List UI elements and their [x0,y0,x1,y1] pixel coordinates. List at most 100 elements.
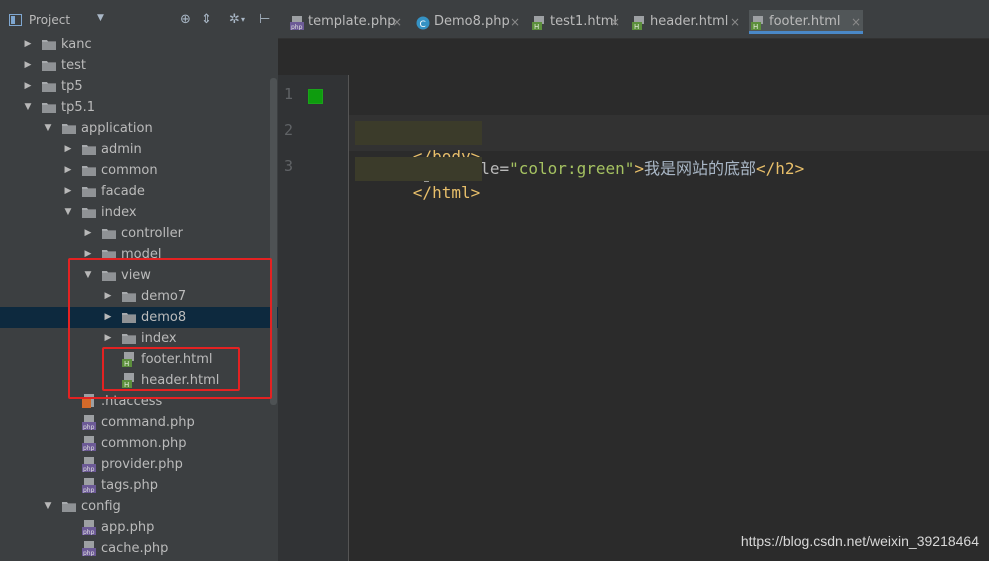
tag-name: html> [432,183,481,202]
tree-item-label: admin [101,142,142,157]
gear-icon[interactable]: ✲ [229,12,240,27]
chevron-down-icon[interactable]: ▼ [97,13,104,23]
expanded-arrow-icon[interactable]: ▼ [43,496,53,517]
tree-item[interactable]: ▶ facade [0,181,278,202]
color-preview-icon [308,89,323,104]
tab-template-php[interactable]: php template.php × [288,10,404,34]
tree-item-label: cache.php [101,541,169,556]
tree-item[interactable]: ▼ tp5.1 [0,97,278,118]
svg-text:php: php [83,445,95,451]
tree-item[interactable]: ▶ kanc [0,34,278,55]
editor-gutter: 1 2 3 [278,75,349,561]
tab-label: test1.html [550,14,617,29]
tree-item[interactable]: php common.php [0,433,278,454]
collapsed-arrow-icon[interactable]: ▶ [63,160,73,181]
folder-icon [42,60,56,71]
folder-icon [42,102,56,113]
tab-header-html[interactable]: Hheader.html × [630,10,742,34]
tab-label: template.php [308,14,396,29]
tree-item-label: tp5 [61,79,83,94]
php-file-icon: php [82,457,96,473]
tree-item[interactable]: ▶ test [0,55,278,76]
tree-item[interactable]: ▶ controller [0,223,278,244]
close-icon[interactable]: × [730,10,740,34]
expanded-arrow-icon[interactable]: ▼ [63,202,73,223]
svg-text:php: php [83,487,95,493]
tree-item-label: common [101,163,158,178]
tab-footer-html[interactable]: Hfooter.html × [749,10,863,34]
expanded-arrow-icon[interactable]: ▼ [43,118,53,139]
svg-text:H: H [753,23,758,30]
collapse-icon[interactable]: ⇕ [201,12,212,27]
tree-item[interactable]: ▶ tp5 [0,76,278,97]
tree-item[interactable]: ▶ common [0,160,278,181]
tab-label: footer.html [769,14,841,29]
php-file-icon: php [82,478,96,494]
tree-item-label: command.php [101,415,195,430]
svg-text:php: php [83,529,95,535]
collapsed-arrow-icon[interactable]: ▶ [23,76,33,97]
project-sidebar: Project ▼ ⊕ ⇕ ✲ ▾ ⊢ ▶ kanc ▶ test ▶ tp5 ▼ tp5.1… [0,0,278,561]
tree-item-label: config [81,499,121,514]
collapsed-arrow-icon[interactable]: ▶ [63,139,73,160]
tree-item-label: provider.php [101,457,183,472]
php-file-icon: php [82,415,96,431]
project-icon [9,14,22,26]
tree-item[interactable]: php provider.php [0,454,278,475]
tree-item[interactable]: ▼ index [0,202,278,223]
tree-item[interactable]: ▶ admin [0,139,278,160]
hide-icon[interactable]: ⊢ [259,12,270,27]
project-title[interactable]: Project [29,13,70,27]
collapsed-arrow-icon[interactable]: ▶ [83,223,93,244]
close-icon[interactable]: × [610,10,620,34]
line-number: 1 [284,85,294,103]
php-file-icon: php [82,520,96,536]
tree-item[interactable]: php app.php [0,517,278,538]
tree-item[interactable]: php command.php [0,412,278,433]
collapsed-arrow-icon[interactable]: ▶ [23,55,33,76]
folder-icon [102,228,116,239]
expanded-arrow-icon[interactable]: ▼ [23,97,33,118]
svg-text:H: H [534,23,539,30]
tree-item-label: index [101,205,137,220]
collapsed-arrow-icon[interactable]: ▶ [63,181,73,202]
editor-tabs: php template.php × C Demo8.php × Htest1.html × H… [278,0,989,39]
editor-breadcrumb-area [278,39,989,75]
watermark-url: https://blog.csdn.net/weixin_39218464 [740,533,979,549]
code-line-3[interactable]: </html> [349,151,989,202]
folder-icon [82,186,96,197]
tree-item[interactable]: php cache.php [0,538,278,559]
tree-item[interactable]: ▼ application [0,118,278,139]
folder-icon [62,123,76,134]
folder-icon [82,207,96,218]
tree-item-label: kanc [61,37,92,52]
line-number: 3 [284,157,294,175]
close-icon[interactable]: × [851,10,861,34]
tag-open-bracket: </ [412,183,433,202]
code-editor[interactable]: <h2 style="color:green">我是网站的底部</h2> </b… [349,75,989,561]
target-icon[interactable]: ⊕ [180,12,191,27]
svg-text:php: php [83,424,95,430]
project-header: Project ▼ ⊕ ⇕ ✲ ▾ ⊢ [0,10,278,32]
tab-label: Demo8.php [434,14,510,29]
folder-icon [82,144,96,155]
gear-caret-icon[interactable]: ▾ [241,15,245,24]
collapsed-arrow-icon[interactable]: ▶ [23,34,33,55]
tree-item[interactable]: ▼ config [0,496,278,517]
tree-item[interactable]: php tags.php [0,475,278,496]
tree-item-label: common.php [101,436,187,451]
tree-item-label: controller [121,226,184,241]
tab-demo8-php[interactable]: C Demo8.php × [414,10,522,34]
tree-item-label: app.php [101,520,155,535]
code-line-2[interactable]: </body> [349,115,989,182]
html-file-icon: H [532,15,546,31]
svg-text:php: php [83,550,95,556]
tab-test1-html[interactable]: Htest1.html × [530,10,622,34]
folder-icon [42,39,56,50]
svg-text:C: C [420,20,426,30]
tree-item-label: tags.php [101,478,158,493]
close-icon[interactable]: × [510,10,520,34]
html-file-icon: H [751,15,765,31]
close-icon[interactable]: × [392,10,402,34]
code-line-1[interactable]: <h2 style="color:green">我是网站的底部</h2> [349,79,989,178]
